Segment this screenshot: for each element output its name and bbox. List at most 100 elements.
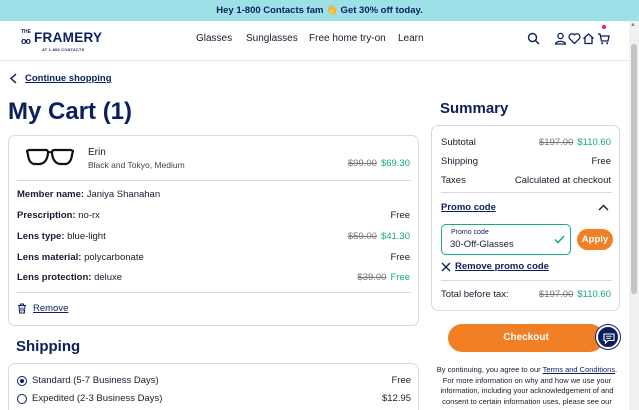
lens-material-value: polycarbonate (84, 252, 144, 263)
continue-shopping-label: Continue shopping (25, 73, 112, 84)
lens-protection-price-original: $39.00 (357, 272, 387, 283)
lens-protection-price: $39.00 Free (357, 272, 410, 283)
radio-expedited[interactable] (17, 394, 27, 404)
lens-material-price: Free (390, 252, 410, 263)
product-price-sale: $69.30 (380, 158, 410, 169)
prescription-value: no-rx (78, 210, 100, 221)
subtotal-original: $197.00 (539, 137, 574, 148)
shipping-option-standard[interactable]: Standard (5-7 Business Days) Free (17, 373, 411, 389)
total-value: $197.00 $110.60 (539, 289, 611, 300)
divider (441, 280, 612, 281)
site-header: THE oo FRAMERY AT 1-800 CONTACTS Glasses… (0, 21, 639, 61)
prescription-label: Prescription: (17, 210, 76, 221)
home-icon[interactable] (582, 32, 595, 45)
promo-code-field-label: Promo code (451, 229, 489, 236)
shipping-title: Shipping (16, 338, 81, 355)
chat-bubble-icon (603, 333, 615, 344)
subtotal-sale: $110.60 (577, 137, 611, 148)
taxes-label: Taxes (441, 175, 466, 186)
summary-title: Summary (440, 100, 509, 117)
promo-code-toggle[interactable]: Promo code (441, 202, 496, 213)
lens-type-price-original: $59.00 (347, 231, 377, 242)
remove-promo-code-button[interactable]: Remove promo code (441, 261, 549, 272)
lens-type-label: Lens type: (17, 231, 65, 242)
cart-item-card: Erin Black and Tokyo, Medium $99.00 $69.3… (8, 135, 419, 326)
lens-protection-value: deluxe (94, 272, 123, 283)
lens-type-value: blue-light (67, 231, 106, 242)
product-image (26, 147, 74, 169)
lens-material-label: Lens material: (17, 252, 82, 263)
promo-banner: Hey 1-800 Contacts fam 👋 Get 30% off tod… (0, 0, 639, 21)
checkmark-icon (554, 235, 565, 244)
scroll-up-arrow-icon[interactable]: ▲ (630, 22, 636, 28)
remove-item-button[interactable]: Remove (17, 303, 68, 314)
terms-and-conditions-link[interactable]: Terms and Conditions (543, 365, 616, 374)
legal-notice: By continuing, you agree to our Terms an… (431, 365, 623, 407)
product-price: $99.00 $69.30 (348, 158, 410, 169)
chat-support-button[interactable] (596, 325, 620, 349)
prescription-row: Prescription: no-rx (17, 210, 100, 221)
logo-wordmark: FRAMERY (34, 30, 103, 45)
continue-shopping-link[interactable]: Continue shopping (9, 73, 112, 84)
subtotal-value: $197.00 $110.60 (539, 137, 611, 148)
remove-item-label: Remove (33, 303, 69, 314)
lens-type-price-sale: $41.30 (380, 231, 410, 242)
trash-icon (17, 303, 27, 314)
promo-code-input[interactable] (450, 238, 550, 251)
product-price-original: $99.00 (347, 158, 377, 169)
page-title: My Cart (1) (8, 98, 133, 125)
order-summary-card: Subtotal $197.00 $110.60 Shipping Free Ta… (431, 125, 620, 311)
nav-free-home-try-on[interactable]: Free home try-on (309, 33, 386, 44)
taxes-value: Calculated at checkout (514, 175, 611, 186)
divider (17, 292, 411, 293)
divider (441, 192, 612, 193)
subtotal-label: Subtotal (441, 137, 476, 148)
lens-material-row: Lens material: polycarbonate (17, 252, 144, 263)
product-name: Erin (88, 147, 106, 158)
total-sale: $110.60 (577, 289, 611, 300)
shipping-option-price: $12.95 (381, 393, 411, 404)
shipping-options-card: Standard (5-7 Business Days) Free Expedi… (8, 363, 419, 410)
chevron-left-icon (9, 73, 18, 84)
divider (17, 180, 411, 181)
legal-text-before: By continuing, you agree to our (436, 365, 543, 374)
search-icon[interactable] (527, 32, 540, 45)
framery-logo[interactable]: THE oo FRAMERY AT 1-800 CONTACTS (21, 29, 102, 55)
member-name-value: Janiya Shanahan (86, 189, 161, 200)
account-icon[interactable] (554, 32, 567, 45)
shipping-option-name: Expedited (2-3 Business Days) (32, 393, 163, 404)
nav-sunglasses[interactable]: Sunglasses (246, 33, 298, 44)
total-label: Total before tax: (441, 289, 509, 300)
nav-learn[interactable]: Learn (398, 33, 424, 44)
logo-glasses-mark: oo (21, 36, 31, 46)
scrollbar-thumb[interactable] (631, 44, 637, 294)
nav-glasses[interactable]: Glasses (196, 33, 232, 44)
shipping-summary-label: Shipping (441, 156, 478, 167)
lens-type-price: $59.00 $41.30 (348, 231, 410, 242)
chevron-up-icon[interactable] (598, 204, 609, 211)
lens-type-row: Lens type: blue-light (17, 231, 106, 242)
member-name-row: Member name: Janiya Shanahan (17, 189, 160, 200)
lens-protection-row: Lens protection: deluxe (17, 272, 122, 283)
cart-icon[interactable] (597, 32, 610, 45)
logo-subtitle: AT 1-800 CONTACTS (42, 48, 85, 52)
shipping-option-expedited[interactable]: Expedited (2-3 Business Days) $12.95 (17, 391, 411, 407)
total-original: $197.00 (539, 289, 574, 300)
lens-protection-label: Lens protection: (17, 272, 92, 283)
lens-protection-price-sale: Free (390, 272, 410, 283)
cart-notification-dot (602, 25, 606, 29)
heart-icon[interactable] (568, 32, 581, 45)
shipping-option-name: Standard (5-7 Business Days) (32, 375, 159, 386)
prescription-price: Free (390, 210, 410, 221)
member-name-label: Member name: (17, 189, 85, 200)
shipping-option-price: Free (391, 375, 411, 386)
shipping-summary-value: Free (591, 156, 611, 167)
remove-promo-code-label: Remove promo code (455, 261, 549, 272)
checkout-button[interactable]: Checkout (448, 324, 604, 352)
close-icon (441, 262, 451, 272)
radio-standard[interactable] (17, 376, 27, 386)
promo-code-field[interactable]: Promo code (441, 224, 571, 255)
logo-the: THE (21, 29, 31, 35)
product-variant: Black and Tokyo, Medium (88, 160, 185, 170)
apply-promo-button[interactable]: Apply (577, 229, 613, 250)
